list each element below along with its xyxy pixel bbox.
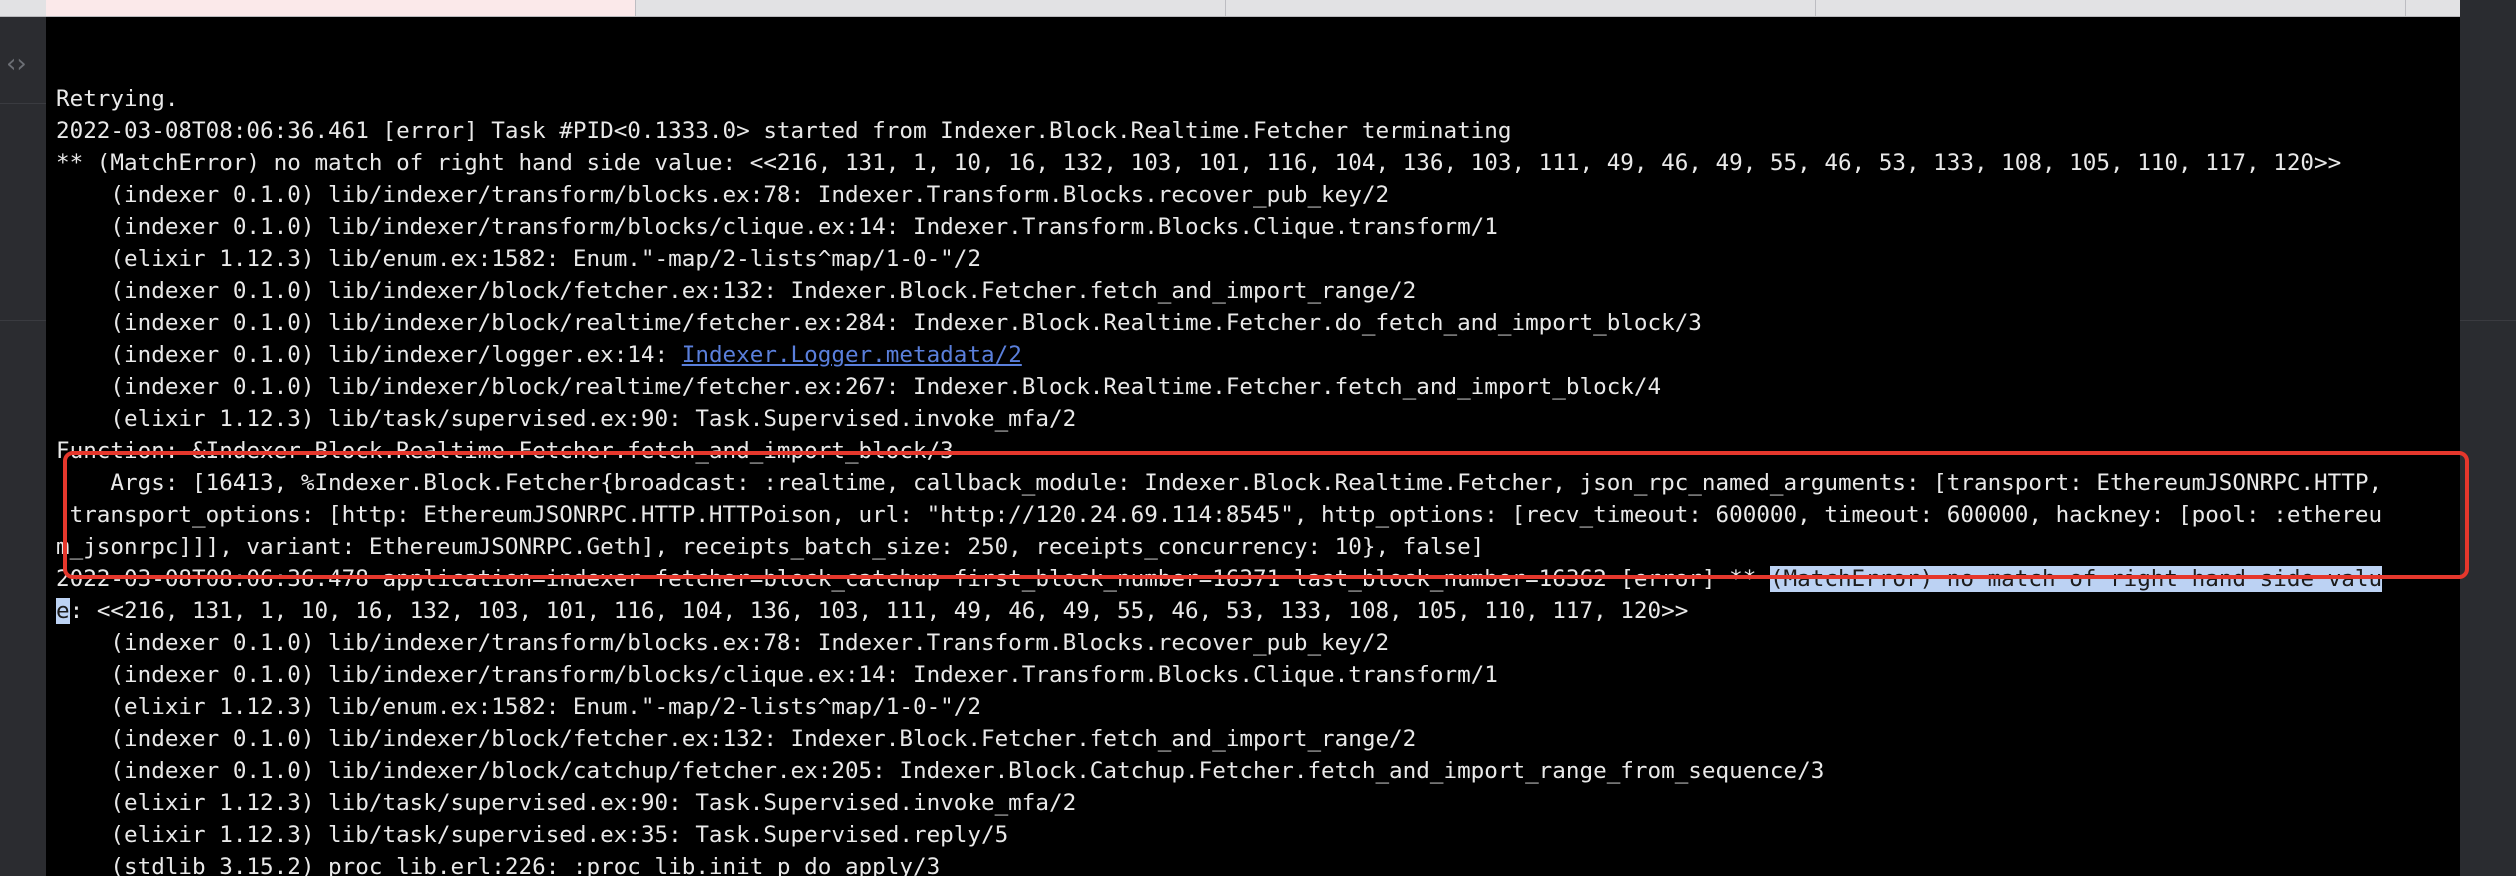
log-line: e: <<216, 131, 1, 10, 16, 132, 103, 101,… [56,595,2382,627]
gutter-divider [0,320,46,321]
log-line-text: (indexer 0.1.0) lib/indexer/block/realti… [56,374,1662,400]
log-line: Function: &Indexer.Block.Realtime.Fetche… [56,435,2382,467]
tab-4[interactable] [1816,0,2406,16]
log-line: (elixir 1.12.3) lib/enum.ex:1582: Enum."… [56,691,2382,723]
log-line: (indexer 0.1.0) lib/indexer/transform/bl… [56,659,2382,691]
tab-3[interactable] [1226,0,1816,16]
log-line-text: (stdlib 3.15.2) proc_lib.erl:226: :proc_… [56,854,941,876]
log-line: Args: [16413, %Indexer.Block.Fetcher{bro… [56,467,2382,499]
log-line: 2022-03-08T08:06:36.461 [error] Task #PI… [56,115,2382,147]
log-line: Retrying. [56,83,2382,115]
tab-2[interactable] [636,0,1226,16]
log-line: (elixir 1.12.3) lib/task/supervised.ex:9… [56,403,2382,435]
log-line: 2022-03-08T08:06:36.478 application=inde… [56,563,2383,595]
log-line-text: (indexer 0.1.0) lib/indexer/block/catchu… [56,758,1825,784]
gutter-divider [0,103,46,104]
log-line: (indexer 0.1.0) lib/indexer/block/catchu… [56,755,2382,787]
log-line-text: (elixir 1.12.3) lib/enum.ex:1582: Enum."… [56,246,981,272]
log-line-text: transport_options: [http: EthereumJSONRP… [56,502,2383,528]
log-line-text: (elixir 1.12.3) lib/task/supervised.ex:3… [56,822,1009,848]
tab-1[interactable] [46,0,636,16]
log-line-text: m_jsonrpc]]], variant: EthereumJSONRPC.G… [56,534,1485,560]
log-line: (indexer 0.1.0) lib/indexer/block/fetche… [56,723,2382,755]
log-line-text: 2022-03-08T08:06:36.461 [error] Task #PI… [56,118,1512,144]
log-line-text: (indexer 0.1.0) lib/indexer/logger.ex:14… [56,342,682,368]
log-line-text: (indexer 0.1.0) lib/indexer/block/fetche… [56,726,1417,752]
right-panel [2460,0,2516,876]
log-line-text: (indexer 0.1.0) lib/indexer/transform/bl… [56,182,1390,208]
log-line-text: (indexer 0.1.0) lib/indexer/transform/bl… [56,630,1390,656]
log-line: ** (MatchError) no match of right hand s… [56,147,2382,179]
log-line-text: Args: [16413, %Indexer.Block.Fetcher{bro… [56,470,2383,496]
left-gutter: ‹› [0,17,46,876]
log-line: (elixir 1.12.3) lib/task/supervised.ex:9… [56,787,2382,819]
log-line-text: Retrying. [56,86,179,112]
log-line-text: (indexer 0.1.0) lib/indexer/block/fetche… [56,278,1417,304]
log-line-text: (indexer 0.1.0) lib/indexer/transform/bl… [56,662,1498,688]
log-line: (indexer 0.1.0) lib/indexer/logger.ex:14… [56,339,2382,371]
log-line: m_jsonrpc]]], variant: EthereumJSONRPC.G… [56,531,2382,563]
log-line: (stdlib 3.15.2) proc_lib.erl:226: :proc_… [56,851,2382,876]
code-brackets-icon[interactable]: ‹› [6,51,27,77]
log-line-text: 2022-03-08T08:06:36.478 application=inde… [56,566,1770,592]
tab-strip [0,0,2460,17]
log-line-text: Function: &Indexer.Block.Realtime.Fetche… [56,438,954,464]
selected-text[interactable]: e [56,598,70,624]
log-line-text: ** (MatchError) no match of right hand s… [56,150,2342,176]
log-line-text: : <<216, 131, 1, 10, 16, 132, 103, 101, … [69,598,1689,624]
log-line: (indexer 0.1.0) lib/indexer/transform/bl… [56,627,2382,659]
log-link[interactable]: Indexer.Logger.metadata/2 [682,342,1022,368]
selected-text[interactable]: (MatchError) no match of right hand side… [1769,566,2383,592]
log-line: transport_options: [http: EthereumJSONRP… [56,499,2382,531]
log-line: (indexer 0.1.0) lib/indexer/block/fetche… [56,275,2382,307]
terminal-output[interactable]: Retrying. 2022-03-08T08:06:36.461 [error]… [46,17,2460,876]
log-line-text: (indexer 0.1.0) lib/indexer/block/realti… [56,310,1702,336]
log-line-text: (elixir 1.12.3) lib/task/supervised.ex:9… [56,790,1077,816]
log-lines: Retrying. 2022-03-08T08:06:36.461 [error]… [56,83,2383,876]
log-line: (indexer 0.1.0) lib/indexer/transform/bl… [56,211,2382,243]
log-line-text: (elixir 1.12.3) lib/task/supervised.ex:9… [56,406,1077,432]
log-line: (indexer 0.1.0) lib/indexer/transform/bl… [56,179,2382,211]
log-line-text: (elixir 1.12.3) lib/enum.ex:1582: Enum."… [56,694,981,720]
log-line: (indexer 0.1.0) lib/indexer/block/realti… [56,371,2382,403]
log-line: (elixir 1.12.3) lib/task/supervised.ex:3… [56,819,2382,851]
right-divider [2460,320,2516,321]
log-line: (elixir 1.12.3) lib/enum.ex:1582: Enum."… [56,243,2382,275]
log-line-text: (indexer 0.1.0) lib/indexer/transform/bl… [56,214,1498,240]
log-line: (indexer 0.1.0) lib/indexer/block/realti… [56,307,2382,339]
